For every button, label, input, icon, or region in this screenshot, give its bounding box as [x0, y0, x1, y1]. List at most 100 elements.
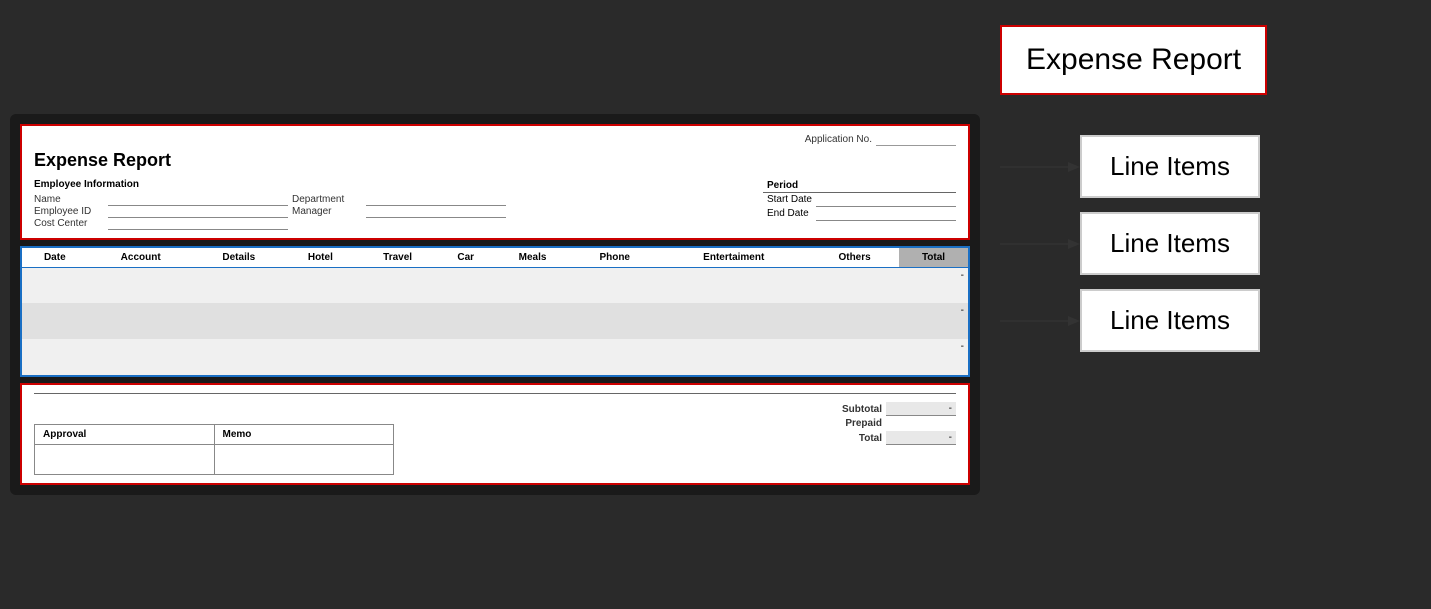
prepaid-label: Prepaid [822, 418, 882, 429]
row1-entertainment [657, 267, 810, 303]
col-account: Account [88, 248, 194, 268]
employee-id-input[interactable] [108, 206, 288, 218]
right-panel: Expense Report Line Items [980, 10, 1421, 599]
emp-info-grid: Employee Information Name Department Emp… [34, 179, 956, 230]
row2-travel [357, 303, 439, 339]
arrow-icon-2 [1000, 234, 1080, 254]
emp-info-left: Employee Information Name Department Emp… [34, 179, 506, 230]
line-items-label-3: Line Items [1110, 305, 1230, 335]
row2-total: - [899, 303, 968, 339]
table-section: Date Account Details Hotel Travel Car Me… [20, 246, 970, 378]
arrow-icon-3 [1000, 311, 1080, 331]
footer-content: Approval Memo [34, 402, 956, 475]
row1-meals [493, 267, 572, 303]
name-label: Name [34, 194, 104, 205]
total-row: Total - [756, 431, 956, 445]
row3-entertainment [657, 339, 810, 375]
row2-car [438, 303, 493, 339]
approval-table: Approval Memo [34, 424, 394, 475]
col-meals: Meals [493, 248, 572, 268]
arrow-2 [1000, 234, 1080, 254]
row1-hotel [284, 267, 357, 303]
col-travel: Travel [357, 248, 439, 268]
col-date: Date [22, 248, 88, 268]
cost-center-row: Cost Center [34, 218, 506, 230]
row3-phone [572, 339, 657, 375]
col-hotel: Hotel [284, 248, 357, 268]
footer-divider [34, 393, 956, 394]
report-title: Expense Report [34, 150, 956, 171]
emp-info-label: Employee Information [34, 179, 506, 190]
row2-others [810, 303, 899, 339]
subtotal-label: Subtotal [822, 404, 882, 415]
col-phone: Phone [572, 248, 657, 268]
footer-section: Approval Memo [20, 383, 970, 485]
row3-travel [357, 339, 439, 375]
department-label: Department [292, 194, 362, 205]
manager-input[interactable] [366, 206, 506, 218]
employee-id-label: Employee ID [34, 206, 104, 217]
row3-others [810, 339, 899, 375]
name-row: Name Department [34, 194, 506, 206]
manager-label: Manager [292, 206, 362, 217]
department-input[interactable] [366, 194, 506, 206]
line-item-row-1: Line Items [1000, 135, 1260, 198]
row1-details [194, 267, 284, 303]
row2-entertainment [657, 303, 810, 339]
app-no-row: Application No. [34, 134, 956, 146]
row3-car [438, 339, 493, 375]
line-items-box-2: Line Items [1080, 212, 1260, 275]
end-date-label: End Date [763, 206, 816, 220]
row2-hotel [284, 303, 357, 339]
memo-header: Memo [214, 425, 394, 445]
cost-center-input[interactable] [108, 218, 288, 230]
row2-account [88, 303, 194, 339]
col-entertainment: Entertaiment [657, 248, 810, 268]
row1-total: - [899, 267, 968, 303]
row3-total: - [899, 339, 968, 375]
footer-left: Approval Memo [34, 402, 756, 475]
row1-date [22, 267, 88, 303]
col-others: Others [810, 248, 899, 268]
footer-right: Subtotal - Prepaid Total - [756, 402, 956, 445]
row1-account [88, 267, 194, 303]
row1-phone [572, 267, 657, 303]
app-no-input[interactable] [876, 134, 956, 146]
line-item-row-3: Line Items [1000, 289, 1260, 352]
row3-meals [493, 339, 572, 375]
period-label: Period [763, 179, 956, 193]
expense-report-label-text: Expense Report [1026, 43, 1241, 76]
period-section: Period Start Date End Date [763, 179, 956, 230]
prepaid-value [886, 423, 956, 425]
subtotal-row: Subtotal - [756, 402, 956, 416]
col-details: Details [194, 248, 284, 268]
col-total: Total [899, 248, 968, 268]
end-date-input[interactable] [816, 206, 956, 220]
row3-account [88, 339, 194, 375]
row3-date [22, 339, 88, 375]
line-item-row-2: Line Items [1000, 212, 1260, 275]
cost-center-label: Cost Center [34, 218, 104, 229]
row1-travel [357, 267, 439, 303]
period-table: Period Start Date End Date [763, 179, 956, 221]
arrow-3 [1000, 311, 1080, 331]
line-items-box-1: Line Items [1080, 135, 1260, 198]
line-items-label-1: Line Items [1110, 151, 1230, 181]
expense-report-label-box: Expense Report [1000, 25, 1267, 95]
row2-meals [493, 303, 572, 339]
memo-cell [214, 445, 394, 475]
start-date-label: Start Date [763, 192, 816, 206]
row1-others [810, 267, 899, 303]
approval-row [35, 445, 394, 475]
col-car: Car [438, 248, 493, 268]
line-items-box-3: Line Items [1080, 289, 1260, 352]
start-date-input[interactable] [816, 192, 956, 206]
header-section: Application No. Expense Report Employee … [20, 124, 970, 240]
arrow-icon-1 [1000, 157, 1080, 177]
table-row: - [22, 267, 968, 303]
main-container: Application No. Expense Report Employee … [0, 0, 1431, 609]
name-input[interactable] [108, 194, 288, 206]
table-row: - [22, 339, 968, 375]
row3-details [194, 339, 284, 375]
app-no-label: Application No. [805, 134, 872, 146]
